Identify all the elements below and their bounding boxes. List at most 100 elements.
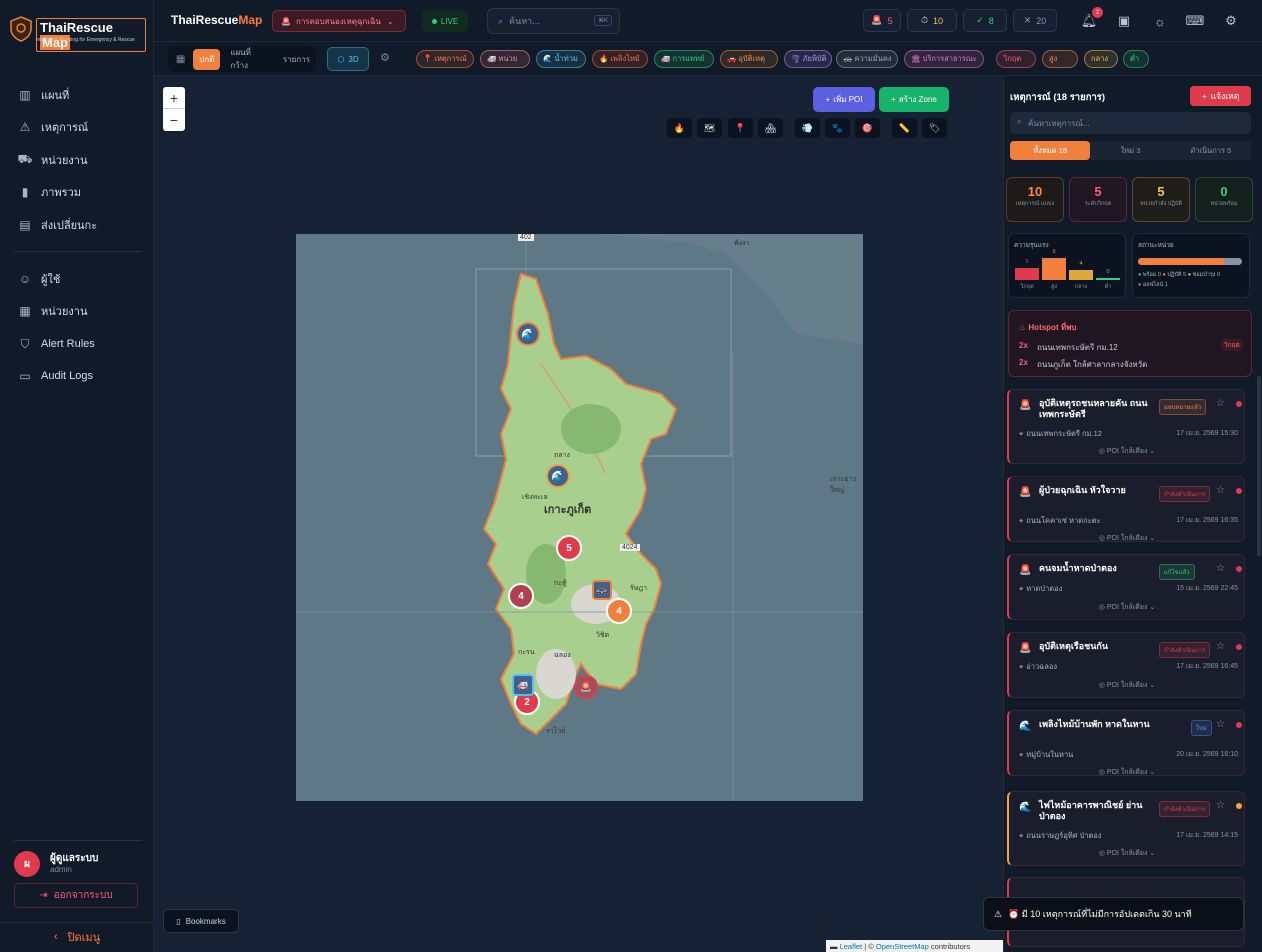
logout-icon: ⇥: [39, 890, 48, 901]
filter-chip[interactable]: 🔥 เพลิงไหม้: [592, 50, 648, 68]
star-icon[interactable]: ☆: [1216, 800, 1225, 811]
stat-critical[interactable]: 🚨 5: [863, 9, 901, 32]
stat-cancelled[interactable]: ✕ 20: [1013, 9, 1057, 32]
tool-wind-icon[interactable]: 💨: [795, 118, 820, 138]
nav-item-audit-logs[interactable]: ▭ Audit Logs: [0, 363, 154, 389]
theme-toggle-button[interactable]: ☼: [1150, 11, 1170, 31]
star-icon[interactable]: ☆: [1216, 719, 1225, 730]
cluster-marker[interactable]: 4: [606, 598, 632, 624]
nav-item-users[interactable]: ☺ ผู้ใช้: [0, 266, 154, 292]
incident-card[interactable]: 🚨 อุบัติเหตุรถชนหลายคัน ถนนเทพกระษัตรี มอบ…: [1007, 389, 1245, 464]
filter-chip[interactable]: ต่ำ: [1123, 50, 1149, 68]
star-icon[interactable]: ☆: [1216, 641, 1225, 652]
hotspot-location[interactable]: ถนนเทพกระษัตรี กม.12: [1037, 341, 1118, 354]
nav-item-units[interactable]: ⛟ หน่วยงาน: [0, 147, 154, 173]
presentation-button[interactable]: ▣: [1114, 11, 1134, 31]
stat-resolved[interactable]: ✓ 8: [963, 9, 1007, 32]
emergency-response-dropdown[interactable]: 🚨 การตอบสนองเหตุฉุกเฉิน ⌄: [272, 10, 406, 32]
place-label: เชิงทะเล: [522, 494, 548, 501]
tab-all[interactable]: ทั้งหมด 18: [1010, 141, 1091, 160]
filter-chip[interactable]: 🌊 น้ำท่วม: [536, 50, 586, 68]
map-container[interactable]: + − + เพิ่ม POI + สร้าง Zone 🔥 🗺 📍 🏘 💨 🐾 🎯…: [154, 76, 1003, 952]
tool-houses-icon[interactable]: 🏘: [758, 118, 783, 138]
global-search-input[interactable]: ⌕ ค้นหา... ⌘K: [487, 8, 620, 34]
panel-scrollbar[interactable]: [1257, 376, 1261, 556]
tool-target-icon[interactable]: 🎯: [855, 118, 880, 138]
keyboard-shortcuts-button[interactable]: ⌨: [1185, 11, 1205, 31]
filter-chip[interactable]: 🚑 หน่วย: [480, 50, 530, 68]
logout-button[interactable]: ⇥ ออกจากระบบ: [14, 883, 138, 908]
view-wide-map[interactable]: แผนที่กว้าง: [224, 42, 273, 76]
chevron-left-icon: ‹: [53, 930, 58, 943]
cluster-marker[interactable]: 4: [508, 583, 534, 609]
toggle-3d-button[interactable]: ⬡ 3D: [327, 47, 369, 71]
filter-chip[interactable]: 🌪 ภัยพิบัติ: [784, 50, 832, 68]
filter-chip[interactable]: สูง: [1042, 50, 1078, 68]
map-tile-area[interactable]: เกาะภูเก็ต ถลาง เชิงทะเล กะทู้ รัษฎา วิช…: [296, 234, 863, 801]
nav-item-alert-rules[interactable]: ⛉ Alert Rules: [0, 331, 154, 357]
nearby-poi-toggle[interactable]: ◎ POI ใกล้เคียง ⌄: [1009, 848, 1245, 859]
leaflet-link[interactable]: Leaflet: [840, 942, 863, 951]
tool-ruler-icon[interactable]: 📏: [892, 118, 917, 138]
nearby-poi-toggle[interactable]: ◎ POI ใกล้เคียง ⌄: [1009, 680, 1245, 691]
add-poi-button[interactable]: + เพิ่ม POI: [813, 87, 875, 112]
incident-card[interactable]: 🌊 เพลิงไหม้บ้านพัก หาดในหาน ใหม่ ☆ ⌖ หมู่บ้าน…: [1007, 710, 1245, 776]
star-icon[interactable]: ☆: [1216, 563, 1225, 574]
nearby-poi-toggle[interactable]: ◎ POI ใกล้เคียง ⌄: [1009, 533, 1245, 544]
view-normal[interactable]: ปกติ: [193, 48, 221, 70]
stale-incidents-toast[interactable]: ⚠ ⏰ มี 10 เหตุการณ์ที่ไม่มีการอัปเดตเกิน …: [983, 897, 1244, 931]
filter-chip[interactable]: 🚑 การแพทย์: [654, 50, 714, 68]
user-profile[interactable]: ผ ผู้ดูแลระบบ admin: [14, 849, 144, 879]
osm-link[interactable]: OpenStreetMap: [876, 942, 929, 951]
filter-chip[interactable]: 🚗 อุบัติเหตุ: [720, 50, 778, 68]
layer-settings-icon[interactable]: ⚙: [380, 51, 390, 64]
settings-button[interactable]: ⚙: [1221, 11, 1241, 31]
tool-paw-icon[interactable]: 🐾: [825, 118, 850, 138]
cluster-marker[interactable]: 5: [556, 535, 582, 561]
filter-chip[interactable]: 📍 เหตุการณ์: [416, 50, 474, 68]
filter-chip[interactable]: กลาง: [1084, 50, 1118, 68]
collapse-menu-button[interactable]: ‹ ปิดเมนู: [0, 922, 154, 950]
nav-item-incidents[interactable]: ⚠ เหตุการณ์: [0, 114, 154, 140]
incident-card[interactable]: 🚨 อุบัติเหตุเรือชนกัน กำลังดำเนินการ ☆ ⌖ อ่าว…: [1007, 632, 1245, 698]
incident-card[interactable]: 🚨 คนจมน้ำหาดป่าตอง แก้ไขแล้ว ☆ ⌖ หาดป่าตอง 15 …: [1007, 554, 1245, 620]
filter-chip[interactable]: 🏛 บริการสาธารณะ: [904, 50, 984, 68]
view-list[interactable]: รายการ: [277, 49, 316, 70]
nearby-poi-toggle[interactable]: ◎ POI ใกล้เคียง ⌄: [1009, 602, 1245, 613]
nav-item-map[interactable]: ▥ แผนที่: [0, 82, 154, 108]
police-marker-icon[interactable]: 🚓: [592, 580, 612, 600]
zoom-out-button[interactable]: −: [163, 109, 185, 131]
tab-new[interactable]: ใหม่ 3: [1090, 141, 1170, 160]
star-icon[interactable]: ☆: [1216, 398, 1225, 409]
grid-icon[interactable]: ▦: [172, 54, 189, 65]
app-logo[interactable]: ThaiRescue Map Intelligent Mapping for E…: [10, 14, 146, 52]
notifications-button[interactable]: 🔔︎ 2: [1079, 7, 1103, 31]
tool-pin-icon[interactable]: 📍: [728, 118, 753, 138]
nearby-poi-toggle[interactable]: ◎ POI ใกล้เคียง ⌄: [1009, 446, 1245, 457]
zoom-in-button[interactable]: +: [163, 87, 185, 109]
tool-fire-icon[interactable]: 🔥: [667, 118, 692, 138]
flood-marker-icon[interactable]: 🌊: [516, 322, 540, 346]
tool-map-icon[interactable]: 🗺: [697, 118, 722, 138]
siren-marker-icon[interactable]: 🚨: [574, 675, 598, 699]
filter-chip[interactable]: วิกฤต: [996, 50, 1036, 68]
nav-item-agencies[interactable]: ▦ หน่วยงาน: [0, 298, 154, 324]
nearby-poi-toggle[interactable]: ◎ POI ใกล้เคียง ⌄: [1009, 767, 1245, 778]
tool-tag-icon[interactable]: 🏷: [922, 118, 947, 138]
kpi-units-active: 5 หน่วยกำลัง ปฏิบัติ: [1132, 177, 1190, 222]
nav-item-overview[interactable]: ▮ ภาพรวม: [0, 179, 154, 205]
flood-marker-icon[interactable]: 🌊: [546, 464, 570, 488]
filter-chip[interactable]: 🚓 ความมั่นคง: [836, 50, 898, 68]
stat-pending[interactable]: ⏱ 10: [907, 9, 957, 32]
incident-card[interactable]: 🌊 ไฟไหม้อาคารพาณิชย์ ย่าน ป่าตอง กำลังดำเน…: [1007, 791, 1245, 866]
nav-item-shift-handover[interactable]: ▤ ส่งเปลี่ยนกะ: [0, 212, 154, 238]
create-zone-button[interactable]: + สร้าง Zone: [879, 87, 949, 112]
hotspot-location[interactable]: ถนนภูเก็ต ใกล้ศาลากลางจังหวัด: [1037, 358, 1147, 371]
incident-card[interactable]: 🚨 ผู้ป่วยฉุกเฉิน หัวใจวาย กำลังดำเนินการ ☆ ⌖…: [1007, 476, 1245, 542]
star-icon[interactable]: ☆: [1216, 485, 1225, 496]
bookmarks-button[interactable]: ▯ Bookmarks: [163, 909, 239, 933]
ambulance-marker-icon[interactable]: 🚑: [512, 674, 534, 696]
report-incident-button[interactable]: + แจ้งเหตุ: [1190, 86, 1251, 106]
tab-in-progress[interactable]: ดำเนินการ 5: [1171, 141, 1251, 160]
incident-search-input[interactable]: ⌕ ค้นหาเหตุการณ์...: [1010, 112, 1251, 134]
